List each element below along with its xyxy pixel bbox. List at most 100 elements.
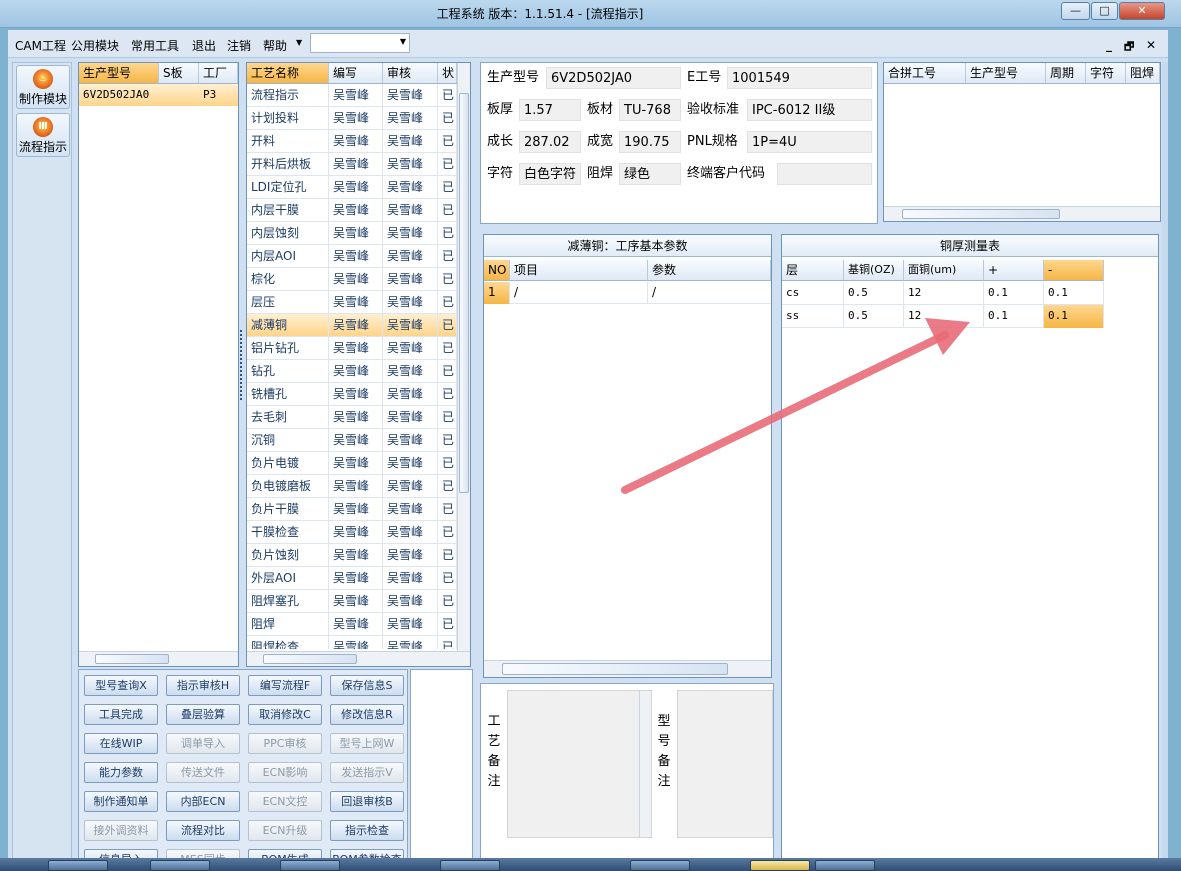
action-button[interactable]: 接外调资料 <box>84 820 158 841</box>
splitter-handle[interactable] <box>240 330 244 400</box>
taskbar-app-active[interactable] <box>750 860 810 871</box>
taskbar-app[interactable] <box>440 860 500 871</box>
col-reviewer[interactable]: 审核 <box>383 63 438 83</box>
scroll-thumb[interactable] <box>502 663 728 675</box>
col-model[interactable]: 生产型号 <box>79 63 159 83</box>
menu-cam[interactable]: CAM工程 <box>15 37 66 54</box>
col-period[interactable]: 周期 <box>1046 63 1086 83</box>
menu-exit[interactable]: 退出 <box>192 37 216 54</box>
field-standard[interactable]: IPC-6012 II级 <box>747 99 872 121</box>
table-row[interactable]: 沉铜 吴雪峰 吴雪峰已 <box>247 429 457 452</box>
table-row[interactable]: 流程指示 吴雪峰 吴雪峰已 <box>247 84 457 107</box>
horizontal-scrollbar[interactable] <box>247 651 470 666</box>
table-row[interactable]: 计划投料 吴雪峰 吴雪峰已 <box>247 107 457 130</box>
nav-process-guide[interactable]: Ⅲ 流程指示 <box>16 113 70 157</box>
table-row[interactable]: 开料 吴雪峰 吴雪峰已 <box>247 130 457 153</box>
mdi-restore-button[interactable]: 🗗 <box>1124 38 1134 57</box>
field-legend[interactable]: 白色字符 <box>519 163 581 185</box>
scroll-thumb[interactable] <box>263 654 357 664</box>
col-process-name[interactable]: 工艺名称 <box>247 63 329 83</box>
col-base-copper[interactable]: 基铜(OZ) <box>844 260 904 280</box>
table-row[interactable]: 负片干膜 吴雪峰 吴雪峰已 <box>247 498 457 521</box>
menu-overflow-icon[interactable]: ▼ <box>296 38 302 47</box>
maximize-button[interactable]: □ <box>1091 2 1118 20</box>
table-row[interactable]: 负片蚀刻 吴雪峰 吴雪峰已 <box>247 544 457 567</box>
taskbar-app[interactable] <box>150 860 210 871</box>
menu-tools[interactable]: 常用工具 <box>131 37 179 54</box>
action-button[interactable]: 指示审核H <box>166 675 240 696</box>
action-button[interactable]: 回退审核B <box>330 791 404 812</box>
field-thickness[interactable]: 1.57 <box>519 99 581 121</box>
col-merge-no[interactable]: 合拼工号 <box>884 63 966 83</box>
nav-make-module[interactable]: ♨ 制作模块 <box>16 65 70 109</box>
action-button[interactable]: PPC审核 <box>248 733 322 754</box>
field-customer-code[interactable] <box>777 163 872 185</box>
table-row[interactable]: 负片电镀 吴雪峰 吴雪峰已 <box>247 452 457 475</box>
scroll-thumb[interactable] <box>95 654 169 664</box>
col-legend[interactable]: 字符 <box>1086 63 1126 83</box>
action-button[interactable]: 取消修改C <box>248 704 322 725</box>
action-button[interactable]: 叠层验算 <box>166 704 240 725</box>
table-row[interactable]: 内层蚀刻 吴雪峰 吴雪峰已 <box>247 222 457 245</box>
process-remark-field[interactable] <box>507 690 652 838</box>
action-button[interactable]: 编写流程F <box>248 675 322 696</box>
table-row[interactable]: 6V2D502JA0 P3 <box>79 84 238 106</box>
action-button[interactable]: ECN文控 <box>248 791 322 812</box>
action-button[interactable]: 制作通知单 <box>84 791 158 812</box>
table-row[interactable]: 减薄铜 吴雪峰 吴雪峰已 <box>247 314 457 337</box>
table-row[interactable]: 铣槽孔 吴雪峰 吴雪峰已 <box>247 383 457 406</box>
col-minus[interactable]: - <box>1044 260 1104 280</box>
action-button[interactable]: 发送指示V <box>330 762 404 783</box>
table-row[interactable]: 棕化 吴雪峰 吴雪峰已 <box>247 268 457 291</box>
table-row[interactable]: 内层干膜 吴雪峰 吴雪峰已 <box>247 199 457 222</box>
mdi-minimize-button[interactable]: _ <box>1106 38 1112 52</box>
col-item[interactable]: 项目 <box>510 260 648 280</box>
horizontal-scrollbar[interactable] <box>884 206 1160 221</box>
action-button[interactable]: 型号上网W <box>330 733 404 754</box>
action-button[interactable]: 传送文件 <box>166 762 240 783</box>
table-row[interactable]: 外层AOI 吴雪峰 吴雪峰已 <box>247 567 457 590</box>
action-button[interactable]: 能力参数 <box>84 762 158 783</box>
menu-common-modules[interactable]: 公用模块 <box>71 37 119 54</box>
table-row[interactable]: 去毛刺 吴雪峰 吴雪峰已 <box>247 406 457 429</box>
action-button[interactable]: 修改信息R <box>330 704 404 725</box>
action-button[interactable]: 内部ECN <box>166 791 240 812</box>
action-button[interactable]: 流程对比 <box>166 820 240 841</box>
minimize-button[interactable]: — <box>1061 2 1090 20</box>
col-no[interactable]: NO <box>484 260 510 280</box>
col-param[interactable]: 参数 <box>648 260 771 280</box>
scroll-thumb[interactable] <box>459 93 469 493</box>
field-model[interactable]: 6V2D502JA0 <box>546 67 681 89</box>
action-button[interactable]: 指示检查 <box>330 820 404 841</box>
action-button[interactable]: 工具完成 <box>84 704 158 725</box>
action-button[interactable]: 保存信息S <box>330 675 404 696</box>
table-row[interactable]: 开料后烘板 吴雪峰 吴雪峰已 <box>247 153 457 176</box>
action-button[interactable]: ECN影响 <box>248 762 322 783</box>
taskbar-app[interactable] <box>815 860 875 871</box>
col-merge-model[interactable]: 生产型号 <box>966 63 1046 83</box>
action-button[interactable]: 调单导入 <box>166 733 240 754</box>
table-row[interactable]: 层压 吴雪峰 吴雪峰已 <box>247 291 457 314</box>
vertical-scrollbar[interactable] <box>457 63 470 651</box>
col-writer[interactable]: 编写 <box>329 63 383 83</box>
taskbar-app[interactable] <box>48 860 108 871</box>
col-surface-copper[interactable]: 面铜(um) <box>904 260 984 280</box>
field-length[interactable]: 287.02 <box>519 131 581 153</box>
horizontal-scrollbar[interactable] <box>484 660 771 677</box>
taskbar-app[interactable] <box>280 860 340 871</box>
action-button[interactable]: 型号查询X <box>84 675 158 696</box>
col-plus[interactable]: + <box>984 260 1044 280</box>
table-row[interactable]: 干膜检查 吴雪峰 吴雪峰已 <box>247 521 457 544</box>
table-row[interactable]: 阻焊塞孔 吴雪峰 吴雪峰已 <box>247 590 457 613</box>
col-s-board[interactable]: S板 <box>159 63 199 83</box>
table-row[interactable]: 内层AOI 吴雪峰 吴雪峰已 <box>247 245 457 268</box>
table-row[interactable]: 钻孔 吴雪峰 吴雪峰已 <box>247 360 457 383</box>
action-button[interactable]: ECN升级 <box>248 820 322 841</box>
col-layer[interactable]: 层 <box>782 260 844 280</box>
table-row[interactable]: LDI定位孔 吴雪峰 吴雪峰已 <box>247 176 457 199</box>
col-factory[interactable]: 工厂 <box>199 63 238 83</box>
menu-help[interactable]: 帮助 <box>263 37 287 54</box>
taskbar-app[interactable] <box>630 860 690 871</box>
close-window-button[interactable]: ✕ <box>1119 2 1165 20</box>
table-row[interactable]: 铝片钻孔 吴雪峰 吴雪峰已 <box>247 337 457 360</box>
